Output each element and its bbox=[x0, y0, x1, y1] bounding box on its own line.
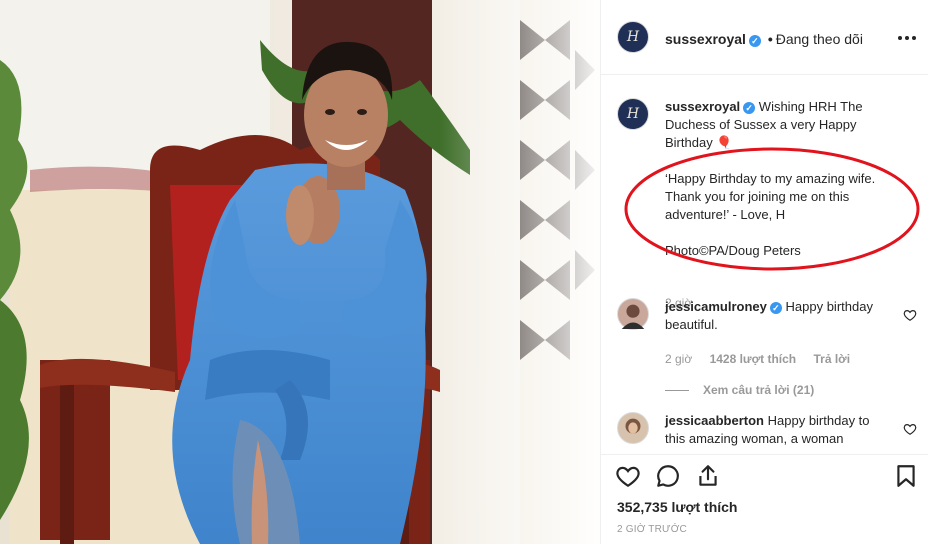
author-line: sussexroyal ✓ • Đang theo dõi bbox=[665, 31, 863, 47]
post-header: H sussexroyal ✓ • Đang theo dõi bbox=[601, 0, 928, 75]
replies-divider bbox=[665, 390, 689, 392]
avatar-monogram: H bbox=[626, 29, 640, 45]
comment-bubble-icon[interactable] bbox=[655, 463, 681, 489]
comment-item: jessicamulroney ✓ Happy birthday beautifu… bbox=[617, 298, 917, 378]
verified-badge-icon: ✓ bbox=[748, 35, 761, 47]
like-comment-heart-icon[interactable] bbox=[903, 308, 917, 322]
like-heart-icon[interactable] bbox=[615, 463, 641, 489]
bookmark-icon[interactable] bbox=[893, 463, 919, 489]
share-icon[interactable] bbox=[695, 463, 721, 489]
post-timestamp[interactable]: 2 GIỜ TRƯỚC bbox=[617, 524, 687, 535]
comment-meta: 2 giờ 1428 lượt thích Trả lời bbox=[665, 352, 864, 366]
author-username[interactable]: sussexroyal bbox=[665, 31, 746, 47]
comment-text: jessicaabberton Happy birthday to this a… bbox=[665, 412, 893, 448]
view-replies-button[interactable]: Xem câu trả lời (21) bbox=[665, 383, 814, 397]
comment-time[interactable]: 2 giờ bbox=[665, 352, 692, 366]
header-separator: • bbox=[767, 31, 773, 47]
view-replies-label[interactable]: Xem câu trả lời (21) bbox=[703, 383, 814, 397]
author-avatar[interactable]: H bbox=[617, 21, 649, 53]
more-options-icon[interactable] bbox=[897, 28, 917, 48]
reply-button[interactable]: Trả lời bbox=[813, 352, 850, 366]
caption-avatar-monogram: H bbox=[626, 106, 640, 122]
comments-section: H sussexroyal ✓ Wishing HRH The Duchess o… bbox=[601, 76, 928, 454]
like-comment-heart-icon[interactable] bbox=[903, 422, 917, 436]
red-annotation-oval bbox=[624, 147, 920, 271]
commenter-username[interactable]: jessicamulroney bbox=[665, 299, 767, 314]
comment-item: jessicaabberton Happy birthday to this a… bbox=[617, 412, 917, 454]
caption-verified-badge-icon: ✓ bbox=[743, 102, 756, 114]
commenter-verified-badge-icon: ✓ bbox=[769, 302, 782, 314]
photo-illustration bbox=[0, 0, 600, 544]
post-sidebar: H sussexroyal ✓ • Đang theo dõi H sussexro… bbox=[600, 0, 928, 544]
caption-avatar[interactable]: H bbox=[617, 98, 649, 130]
commenter-username[interactable]: jessicaabberton bbox=[665, 413, 764, 428]
caption-username[interactable]: sussexroyal bbox=[665, 99, 740, 114]
like-count[interactable]: 352,735 lượt thích bbox=[617, 499, 737, 515]
post-actions: 352,735 lượt thích 2 GIỜ TRƯỚC bbox=[601, 454, 928, 544]
following-button[interactable]: Đang theo dõi bbox=[776, 31, 863, 47]
post-photo[interactable] bbox=[0, 0, 600, 544]
commenter-avatar[interactable] bbox=[617, 298, 649, 330]
comment-likes[interactable]: 1428 lượt thích bbox=[710, 352, 797, 366]
comment-text: jessicamulroney ✓ Happy birthday beautifu… bbox=[665, 298, 893, 334]
commenter-avatar[interactable] bbox=[617, 412, 649, 444]
